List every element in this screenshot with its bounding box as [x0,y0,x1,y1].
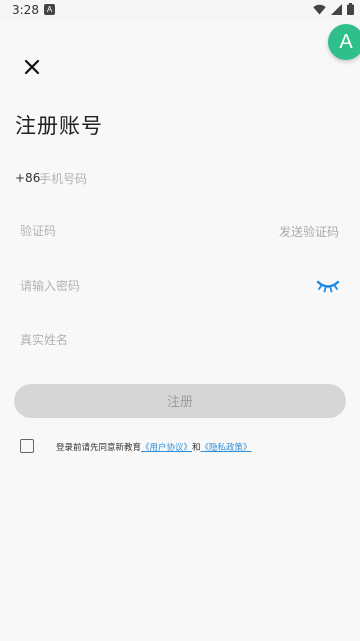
password-row [15,271,345,301]
close-button[interactable] [22,57,42,77]
agreement-checkbox[interactable] [20,439,34,453]
agreement-and: 和 [192,443,201,453]
status-icons [313,3,354,15]
battery-icon [347,3,354,15]
password-input[interactable] [20,277,280,295]
status-time: 3:28 [12,3,39,17]
phone-prefix[interactable]: +86 [15,171,40,185]
register-button[interactable]: 注册 [14,384,346,418]
agreement-text: 登录前请先同意新教育《用户协议》和《隐私政策》 [56,441,252,453]
send-code-button[interactable]: 发送验证码 [279,223,339,240]
status-app-icon: A [44,4,55,15]
phone-row: +86 [15,164,345,194]
page-title: 注册账号 [15,114,103,138]
name-row [15,325,345,355]
close-icon [24,59,40,75]
privacy-policy-link[interactable]: 《隐私政策》 [201,443,252,453]
wifi-icon [313,4,326,14]
real-name-input[interactable] [20,331,300,349]
eye-closed-icon [316,280,340,293]
signal-icon [331,3,342,15]
floating-assistant-badge[interactable]: A [328,24,360,60]
agreement-prefix: 登录前请先同意新教育 [56,443,142,453]
user-agreement-link[interactable]: 《用户协议》 [141,443,192,453]
code-row: 发送验证码 [15,216,345,246]
password-visibility-toggle[interactable] [316,278,340,294]
phone-input[interactable] [39,170,319,188]
status-bar: 3:28 A [0,0,360,20]
verification-code-input[interactable] [20,222,220,240]
